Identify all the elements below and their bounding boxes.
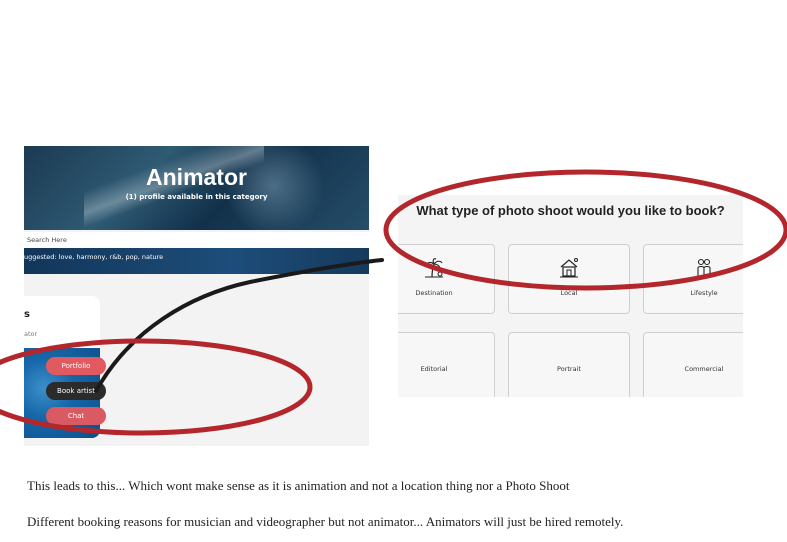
option-label: Portrait xyxy=(557,365,581,373)
suggested-tags: uggested: love, harmony, r&b, pop, natur… xyxy=(24,248,369,274)
category-title: Animator xyxy=(146,164,247,190)
chat-button[interactable]: Chat xyxy=(46,407,106,425)
option-label: Local xyxy=(560,289,578,297)
caption-line-2: Different booking reasons for musician a… xyxy=(27,514,624,529)
category-hero-banner: Animator (1) profile available in this c… xyxy=(24,146,369,230)
book-artist-button[interactable]: Book artist xyxy=(46,382,106,400)
palm-tree-icon xyxy=(425,258,443,278)
option-portrait[interactable]: Portrait xyxy=(508,332,630,397)
option-destination[interactable]: Destination xyxy=(398,244,495,314)
artist-category-screenshot: Animator (1) profile available in this c… xyxy=(24,146,369,446)
option-lifestyle[interactable]: Lifestyle xyxy=(643,244,743,314)
option-label: Editorial xyxy=(420,365,448,373)
option-local[interactable]: Local xyxy=(508,244,630,314)
photo-shoot-question: What type of photo shoot would you like … xyxy=(416,203,725,218)
search-input[interactable]: Search Here xyxy=(24,232,369,248)
artist-name: s xyxy=(24,309,30,320)
option-editorial[interactable]: Editorial xyxy=(398,332,495,397)
category-profile-count: (1) profile available in this category xyxy=(125,193,268,201)
option-label: Destination xyxy=(415,289,453,297)
option-label: Lifestyle xyxy=(690,289,718,297)
photo-shoot-type-screenshot: What type of photo shoot would you like … xyxy=(398,195,743,397)
caption-line-1: This leads to this... Which wont make se… xyxy=(27,478,570,493)
portfolio-button[interactable]: Portfolio xyxy=(46,357,106,375)
option-label: Commercial xyxy=(684,365,724,373)
house-icon xyxy=(560,258,578,278)
option-commercial[interactable]: Commercial xyxy=(643,332,743,397)
artist-role: ator xyxy=(24,330,38,338)
people-icon xyxy=(697,258,711,277)
